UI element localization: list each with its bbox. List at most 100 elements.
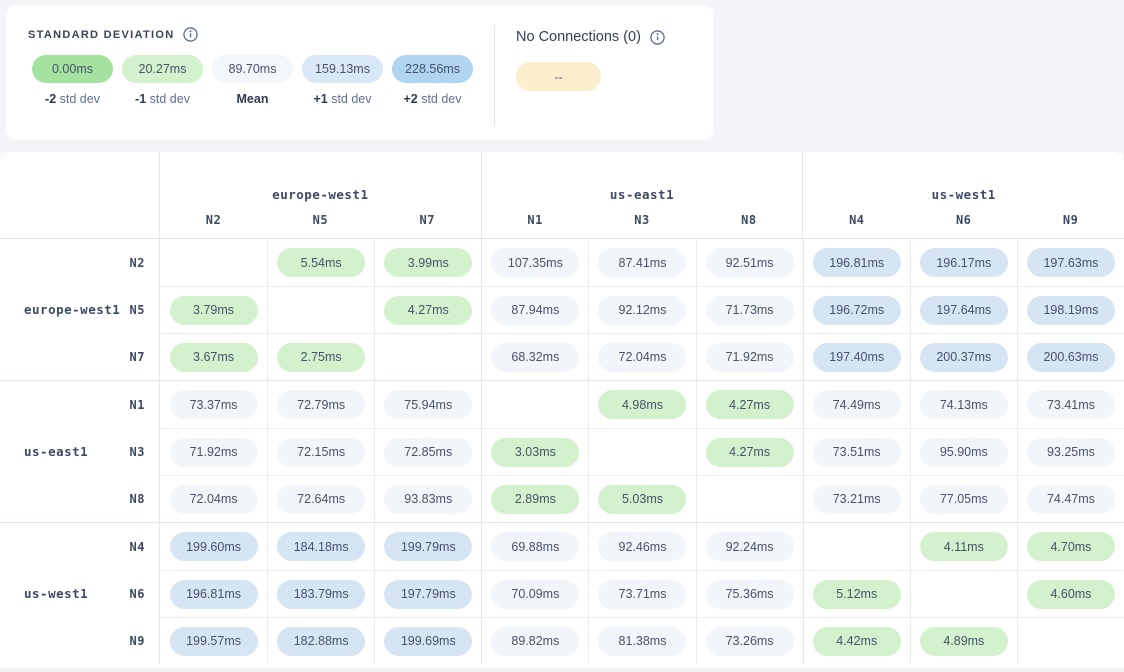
row-node-label[interactable]: N8 xyxy=(130,492,145,506)
latency-pill[interactable]: 95.90ms xyxy=(920,438,1008,467)
latency-pill[interactable]: 72.79ms xyxy=(277,390,365,419)
column-node-label[interactable]: N9 xyxy=(1017,211,1124,238)
latency-pill[interactable]: 72.64ms xyxy=(277,485,365,514)
latency-pill[interactable]: 196.17ms xyxy=(920,248,1008,277)
latency-pill[interactable]: 3.67ms xyxy=(170,343,258,372)
latency-pill[interactable]: 4.70ms xyxy=(1027,532,1115,561)
std-dev-info-icon[interactable] xyxy=(183,27,198,42)
no-connections-info-icon[interactable] xyxy=(650,30,665,45)
latency-pill[interactable]: 4.42ms xyxy=(813,627,901,656)
latency-pill[interactable]: 3.99ms xyxy=(384,248,472,277)
latency-pill[interactable]: 197.40ms xyxy=(813,343,901,372)
latency-pill[interactable]: 198.19ms xyxy=(1027,296,1115,325)
column-node-label[interactable]: N4 xyxy=(803,211,910,238)
column-node-label[interactable]: N3 xyxy=(589,211,696,238)
latency-pill[interactable]: 182.88ms xyxy=(277,627,365,656)
latency-pill[interactable]: 197.79ms xyxy=(384,580,472,609)
latency-pill[interactable]: 4.27ms xyxy=(384,296,472,325)
latency-pill[interactable]: 72.85ms xyxy=(384,438,472,467)
latency-pill[interactable]: 2.75ms xyxy=(277,343,365,372)
latency-cell xyxy=(1017,617,1124,664)
latency-pill[interactable]: 71.73ms xyxy=(706,296,794,325)
latency-pill[interactable]: 72.15ms xyxy=(277,438,365,467)
latency-pill[interactable]: 74.47ms xyxy=(1027,485,1115,514)
latency-pill[interactable]: 87.94ms xyxy=(491,296,579,325)
row-node-label[interactable]: N6 xyxy=(130,587,145,601)
latency-pill[interactable]: 73.51ms xyxy=(813,438,901,467)
latency-pill[interactable]: 73.71ms xyxy=(598,580,686,609)
latency-pill[interactable]: 199.60ms xyxy=(170,532,258,561)
latency-pill[interactable]: 199.69ms xyxy=(384,627,472,656)
latency-cell: 3.03ms xyxy=(481,428,588,475)
latency-pill[interactable]: 77.05ms xyxy=(920,485,1008,514)
latency-pill[interactable]: 69.88ms xyxy=(491,532,579,561)
latency-pill[interactable]: 71.92ms xyxy=(706,343,794,372)
latency-pill[interactable]: 75.94ms xyxy=(384,390,472,419)
latency-pill[interactable]: 74.49ms xyxy=(813,390,901,419)
latency-cell: 73.71ms xyxy=(588,570,695,617)
latency-cell: 197.79ms xyxy=(374,570,481,617)
latency-pill[interactable]: 92.46ms xyxy=(598,532,686,561)
latency-pill[interactable]: 89.82ms xyxy=(491,627,579,656)
latency-pill[interactable]: 4.27ms xyxy=(706,438,794,467)
latency-pill[interactable]: 93.25ms xyxy=(1027,438,1115,467)
row-node-label[interactable]: N4 xyxy=(130,540,145,554)
latency-pill[interactable]: 200.37ms xyxy=(920,343,1008,372)
latency-pill[interactable]: 72.04ms xyxy=(598,343,686,372)
latency-pill[interactable]: 196.81ms xyxy=(813,248,901,277)
row-node-label[interactable]: N9 xyxy=(130,634,145,648)
latency-pill[interactable]: 73.26ms xyxy=(706,627,794,656)
latency-pill[interactable]: 74.13ms xyxy=(920,390,1008,419)
latency-pill[interactable]: 197.63ms xyxy=(1027,248,1115,277)
latency-pill[interactable]: 196.81ms xyxy=(170,580,258,609)
column-node-label[interactable]: N8 xyxy=(695,211,802,238)
latency-cell: 87.94ms xyxy=(481,286,588,333)
row-node-label[interactable]: N3 xyxy=(130,445,145,459)
latency-pill[interactable]: 184.18ms xyxy=(277,532,365,561)
latency-pill[interactable]: 73.41ms xyxy=(1027,390,1115,419)
latency-pill[interactable]: 4.60ms xyxy=(1027,580,1115,609)
latency-pill[interactable]: 4.89ms xyxy=(920,627,1008,656)
row-node-label[interactable]: N1 xyxy=(130,398,145,412)
latency-cell: 196.17ms xyxy=(910,239,1017,286)
column-node-label[interactable]: N1 xyxy=(482,211,589,238)
latency-pill[interactable]: 3.79ms xyxy=(170,296,258,325)
latency-pill[interactable]: 68.32ms xyxy=(491,343,579,372)
latency-pill[interactable]: 4.98ms xyxy=(598,390,686,419)
latency-pill[interactable]: 2.89ms xyxy=(491,485,579,514)
latency-pill[interactable]: 70.09ms xyxy=(491,580,579,609)
row-node-label[interactable]: N7 xyxy=(130,350,145,364)
latency-pill[interactable]: 93.83ms xyxy=(384,485,472,514)
latency-cell: 71.73ms xyxy=(696,286,803,333)
latency-pill[interactable]: 199.79ms xyxy=(384,532,472,561)
latency-pill[interactable]: 4.11ms xyxy=(920,532,1008,561)
row-node-label[interactable]: N5 xyxy=(130,303,145,317)
latency-pill[interactable]: 5.54ms xyxy=(277,248,365,277)
latency-pill[interactable]: 200.63ms xyxy=(1027,343,1115,372)
latency-pill[interactable]: 75.36ms xyxy=(706,580,794,609)
latency-pill[interactable]: 5.12ms xyxy=(813,580,901,609)
latency-pill[interactable]: 73.37ms xyxy=(170,390,258,419)
latency-pill[interactable]: 5.03ms xyxy=(598,485,686,514)
latency-pill[interactable]: 199.57ms xyxy=(170,627,258,656)
latency-pill[interactable]: 72.04ms xyxy=(170,485,258,514)
row-node-label[interactable]: N2 xyxy=(130,256,145,270)
latency-pill[interactable]: 81.38ms xyxy=(598,627,686,656)
latency-pill[interactable]: 92.51ms xyxy=(706,248,794,277)
column-node-label[interactable]: N5 xyxy=(267,211,374,238)
latency-pill[interactable]: 107.35ms xyxy=(491,248,579,277)
column-node-label[interactable]: N7 xyxy=(374,211,481,238)
column-node-label[interactable]: N2 xyxy=(160,211,267,238)
column-node-label[interactable]: N6 xyxy=(910,211,1017,238)
latency-pill[interactable]: 87.41ms xyxy=(598,248,686,277)
latency-pill[interactable]: 73.21ms xyxy=(813,485,901,514)
latency-pill[interactable]: 4.27ms xyxy=(706,390,794,419)
latency-pill[interactable]: 3.03ms xyxy=(491,438,579,467)
latency-pill[interactable]: 92.12ms xyxy=(598,296,686,325)
latency-pill[interactable]: 196.72ms xyxy=(813,296,901,325)
latency-pill[interactable]: 197.64ms xyxy=(920,296,1008,325)
latency-pill[interactable]: 183.79ms xyxy=(277,580,365,609)
latency-pill[interactable]: 71.92ms xyxy=(170,438,258,467)
latency-pill[interactable]: 92.24ms xyxy=(706,532,794,561)
latency-cell: 183.79ms xyxy=(267,570,374,617)
